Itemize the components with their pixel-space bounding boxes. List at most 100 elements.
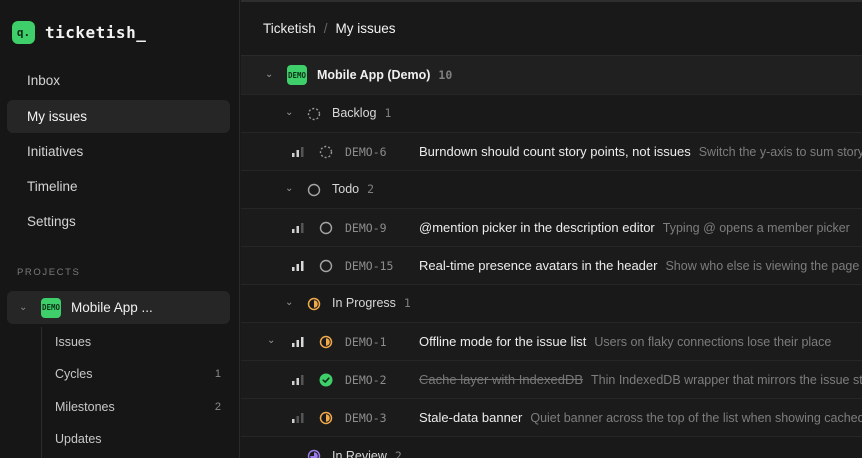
backlog-status-icon[interactable] — [319, 145, 333, 159]
project-badge: DEMO — [287, 65, 307, 85]
breadcrumb-root[interactable]: Ticketish — [263, 21, 316, 36]
nav-my-issues[interactable]: My issues — [7, 100, 230, 133]
project-group-row[interactable]: ⌄ DEMO Mobile App (Demo) 10 — [241, 56, 862, 95]
project-group-count: 10 — [438, 68, 453, 82]
sidebar: q. ticketish_ Inbox My issues Initiative… — [0, 0, 240, 458]
issue-id: DEMO-1 — [345, 335, 387, 349]
issue-description: Typing @ opens a member picker — [662, 221, 850, 235]
sub-item-count: 1 — [214, 368, 221, 380]
issue-title: Real-time presence avatars in the header… — [419, 258, 859, 273]
group-count: 1 — [384, 106, 392, 120]
issue-row-demo-9[interactable]: DEMO-9 @mention picker in the descriptio… — [241, 209, 862, 247]
nav-settings[interactable]: Settings — [7, 205, 230, 238]
issue-row-demo-1[interactable]: ⌄ DEMO-1 Offline mode for the issue list… — [241, 323, 862, 361]
project-sub-cycles[interactable]: Cycles 1 — [55, 362, 225, 386]
issue-description: Switch the y-axis to sum story points — [698, 145, 862, 159]
sub-item-label: Milestones — [55, 400, 115, 414]
breadcrumb: Ticketish / My issues — [263, 19, 396, 37]
issue-id: DEMO-15 — [345, 259, 394, 273]
brand-name: ticketish_ — [45, 22, 147, 42]
in-progress-status-icon — [307, 297, 321, 311]
priority-high-icon — [292, 261, 304, 271]
in-progress-status-icon[interactable] — [319, 411, 333, 425]
sub-item-label: Cycles — [55, 367, 93, 381]
issue-description: Quiet banner across the top of the list … — [530, 411, 862, 425]
nav-inbox[interactable]: Inbox — [7, 64, 230, 97]
issue-title: Stale-data banner Quiet banner across the… — [419, 410, 862, 425]
group-title: In Progress 1 — [332, 296, 411, 310]
group-label: Todo — [332, 182, 360, 196]
issue-title: Cache layer with IndexedDB Thin IndexedDB… — [419, 372, 862, 387]
sub-item-label: Issues — [55, 335, 92, 349]
done-status-icon[interactable] — [319, 373, 333, 387]
todo-status-icon[interactable] — [319, 259, 333, 273]
issue-title-text: Real-time presence avatars in the header — [419, 258, 658, 273]
group-count: 2 — [394, 449, 402, 458]
chevron-down-icon[interactable]: ⌄ — [267, 335, 275, 346]
priority-medium-icon — [292, 147, 304, 157]
issue-row-demo-6[interactable]: DEMO-6 Burndown should count story point… — [241, 133, 862, 171]
issue-row-demo-3[interactable]: DEMO-3 Stale-data banner Quiet banner acr… — [241, 399, 862, 437]
chevron-down-icon[interactable]: ⌄ — [285, 297, 293, 308]
sub-item-count: 2 — [214, 401, 221, 413]
issue-description: Users on flaky connections lose their pl… — [594, 335, 832, 349]
issue-id: DEMO-6 — [345, 145, 387, 159]
group-row-in-progress[interactable]: ⌄ In Progress 1 — [241, 285, 862, 323]
issue-title-text: Cache layer with IndexedDB — [419, 372, 584, 387]
todo-status-icon[interactable] — [319, 221, 333, 235]
in-progress-status-icon[interactable] — [319, 335, 333, 349]
group-row-backlog[interactable]: ⌄ Backlog 1 — [241, 95, 862, 133]
group-label: In Review — [332, 449, 387, 458]
issue-title-text: @mention picker in the description edito… — [419, 220, 655, 235]
issue-title-text: Stale-data banner — [419, 410, 523, 425]
group-row-in-review[interactable]: In Review 2 — [241, 437, 862, 458]
in-review-status-icon — [307, 449, 321, 458]
group-row-todo[interactable]: ⌄ Todo 2 — [241, 171, 862, 209]
group-label: Backlog — [332, 106, 377, 120]
backlog-status-icon — [307, 107, 321, 121]
chevron-down-icon[interactable]: ⌄ — [265, 69, 273, 80]
project-sub-milestones[interactable]: Milestones 2 — [55, 395, 225, 419]
chevron-down-icon[interactable]: ⌄ — [19, 302, 29, 313]
brand-logo-icon: q. — [12, 20, 35, 44]
top-divider — [241, 0, 862, 2]
todo-status-icon — [307, 183, 321, 197]
chevron-down-icon[interactable]: ⌄ — [285, 183, 293, 194]
nav-timeline[interactable]: Timeline — [7, 170, 230, 203]
project-group-title: Mobile App (Demo) 10 — [317, 68, 452, 82]
issue-id: DEMO-3 — [345, 411, 387, 425]
issue-title: Burndown should count story points, not … — [419, 144, 862, 159]
priority-medium-icon — [292, 375, 304, 385]
issue-id: DEMO-2 — [345, 373, 387, 387]
sidebar-project-mobile-app[interactable]: ⌄ DEMO Mobile App ... — [7, 291, 230, 324]
breadcrumb-current: My issues — [335, 20, 396, 36]
group-title: In Review 2 — [332, 449, 402, 458]
priority-high-icon — [292, 337, 304, 347]
issue-title: Offline mode for the issue list Users on … — [419, 334, 831, 349]
sub-item-label: Updates — [55, 432, 102, 446]
chevron-down-icon[interactable]: ⌄ — [285, 107, 293, 118]
issue-id: DEMO-9 — [345, 221, 387, 235]
brand[interactable]: q. ticketish_ — [12, 20, 146, 44]
issue-row-demo-2[interactable]: DEMO-2 Cache layer with IndexedDB Thin In… — [241, 361, 862, 399]
projects-section-label: PROJECTS — [17, 267, 81, 278]
project-group-name: Mobile App (Demo) — [317, 68, 431, 82]
issue-title-text: Burndown should count story points, not … — [419, 144, 691, 159]
group-count: 1 — [403, 296, 411, 310]
project-sub-issues[interactable]: Issues — [55, 330, 225, 354]
issue-row-demo-15[interactable]: DEMO-15 Real-time presence avatars in th… — [241, 247, 862, 285]
issue-title-text: Offline mode for the issue list — [419, 334, 587, 349]
priority-medium-icon — [292, 223, 304, 233]
issue-description: Show who else is viewing the page — [665, 259, 860, 273]
project-sub-updates[interactable]: Updates — [55, 427, 225, 451]
project-name: Mobile App ... — [71, 300, 153, 315]
breadcrumb-separator: / — [323, 20, 328, 36]
main-panel: Ticketish / My issues ⌄ DEMO Mobile App … — [241, 0, 862, 458]
group-label: In Progress — [332, 296, 396, 310]
group-count: 2 — [367, 182, 375, 196]
nav-initiatives[interactable]: Initiatives — [7, 135, 230, 168]
group-title: Todo 2 — [332, 182, 374, 196]
issue-title: @mention picker in the description edito… — [419, 220, 850, 235]
tree-line — [41, 327, 42, 458]
project-badge: DEMO — [41, 297, 61, 318]
